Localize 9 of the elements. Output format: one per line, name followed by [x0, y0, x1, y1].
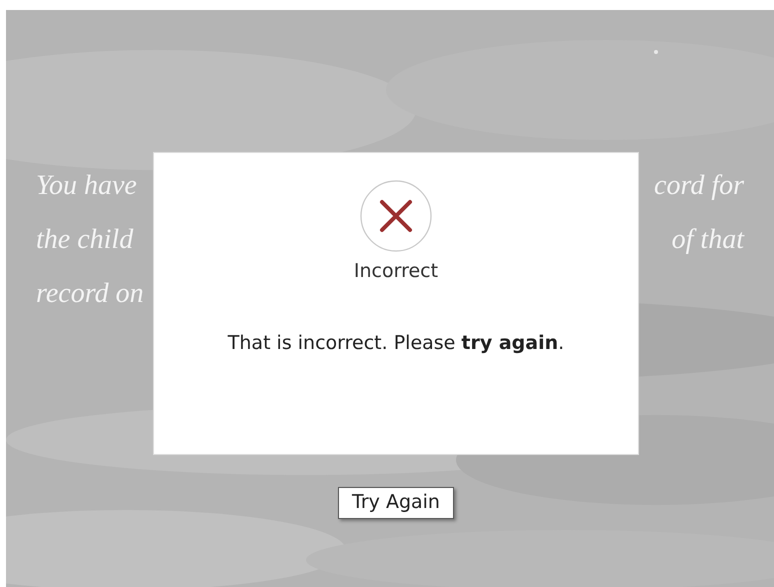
chalk-text: cord for — [654, 170, 744, 203]
chalk-text: of that — [672, 224, 744, 257]
dialog-message: That is incorrect. Please try again. — [228, 332, 564, 354]
close-icon — [360, 180, 432, 252]
try-again-button[interactable]: Try Again — [338, 487, 454, 519]
dialog-title: Incorrect — [354, 260, 438, 282]
chalk-text: You have — [36, 170, 137, 203]
chalk-text: the child — [36, 224, 134, 257]
chalk-text: record on — [36, 278, 144, 311]
